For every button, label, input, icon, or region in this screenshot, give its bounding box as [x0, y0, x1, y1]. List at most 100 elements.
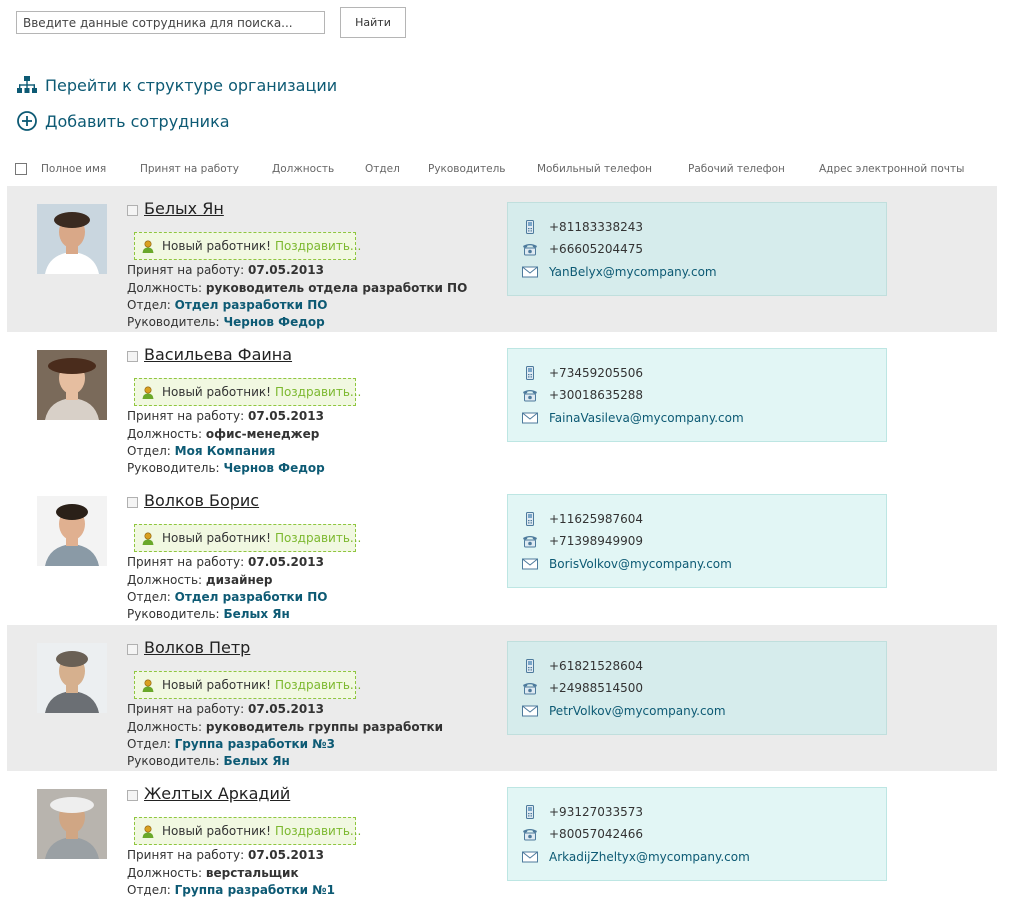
row-checkbox[interactable] — [127, 205, 138, 216]
hired-label: Принят на работу: — [127, 409, 245, 423]
hired-line: Принят на работу: 07.05.2013 — [127, 555, 324, 569]
employee-name-link[interactable]: Васильева Фаина — [144, 345, 292, 364]
employee-photo — [37, 496, 107, 566]
col-department[interactable]: Отдел — [365, 163, 400, 175]
email-line: YanBelyx@mycompany.com — [522, 263, 717, 281]
congratulate-link[interactable]: Поздравить... — [275, 531, 361, 545]
employee-name-link[interactable]: Желтых Аркадий — [144, 784, 290, 803]
add-employee-label: Добавить сотрудника — [45, 111, 230, 131]
department-line: Отдел: Группа разработки №1 — [127, 883, 335, 897]
congratulate-link[interactable]: Поздравить... — [275, 678, 361, 692]
position-line: Должность: верстальщик — [127, 866, 299, 880]
employee-photo — [37, 350, 107, 420]
col-manager[interactable]: Руководитель — [428, 163, 505, 175]
col-full-name[interactable]: Полное имя — [41, 163, 106, 175]
email-link[interactable]: ArkadijZheltyx@mycompany.com — [549, 850, 750, 864]
work-phone-line: +80057042466 — [522, 825, 643, 843]
col-position[interactable]: Должность — [272, 163, 334, 175]
mobile-phone-icon — [522, 366, 538, 380]
hired-line: Принят на работу: 07.05.2013 — [127, 263, 324, 277]
user-icon — [141, 678, 155, 692]
search-button[interactable]: Найти — [340, 7, 406, 38]
position-value: руководитель группы разработки — [205, 720, 444, 734]
email-link[interactable]: FainaVasileva@mycompany.com — [549, 411, 744, 425]
mobile-line: +11625987604 — [522, 510, 643, 528]
org-structure-link[interactable]: Перейти к структуре организации — [16, 74, 337, 96]
email-line: BorisVolkov@mycompany.com — [522, 555, 732, 573]
position-value: дизайнер — [205, 573, 273, 587]
select-all-checkbox[interactable] — [15, 163, 27, 175]
department-link[interactable]: Моя Компания — [175, 444, 276, 458]
email-link[interactable]: BorisVolkov@mycompany.com — [549, 557, 732, 571]
search-input[interactable] — [16, 11, 325, 34]
manager-link[interactable]: Чернов Федор — [223, 315, 324, 329]
hired-label: Принят на работу: — [127, 702, 245, 716]
department-line: Отдел: Моя Компания — [127, 444, 275, 458]
congratulate-link[interactable]: Поздравить... — [275, 239, 361, 253]
position-value: офис-менеджер — [205, 427, 320, 441]
col-email[interactable]: Адрес электронной почты — [819, 163, 964, 175]
col-hired[interactable]: Принят на работу — [140, 163, 239, 175]
department-link[interactable]: Группа разработки №3 — [175, 737, 335, 751]
work-phone-line: +30018635288 — [522, 386, 643, 404]
manager-link[interactable]: Белых Ян — [223, 754, 289, 768]
department-link[interactable]: Отдел разработки ПО — [175, 298, 328, 312]
manager-label: Руководитель: — [127, 754, 220, 768]
employee-row: Васильева Фаина Новый работник! Поздравить… — [7, 332, 997, 478]
mobile-phone-icon — [522, 512, 538, 526]
department-link[interactable]: Отдел разработки ПО — [175, 590, 328, 604]
employee-row: Желтых Аркадий Новый работник! Поздравить.… — [7, 771, 997, 917]
mail-icon — [522, 850, 538, 864]
hired-value: 07.05.2013 — [248, 702, 324, 716]
row-checkbox[interactable] — [127, 351, 138, 362]
position-value: руководитель отдела разработки ПО — [205, 281, 468, 295]
position-label: Должность: — [127, 427, 203, 441]
employee-name-link[interactable]: Белых Ян — [144, 199, 224, 218]
hired-value: 07.05.2013 — [248, 848, 324, 862]
desk-phone-icon — [522, 534, 538, 548]
hired-label: Принят на работу: — [127, 263, 245, 277]
mail-icon — [522, 704, 538, 718]
manager-link[interactable]: Чернов Федор — [223, 461, 324, 475]
mobile-line: +81183338243 — [522, 218, 643, 236]
department-label: Отдел: — [127, 883, 171, 897]
mail-icon — [522, 557, 538, 571]
user-icon — [141, 385, 155, 399]
employee-row: Белых Ян Новый работник! Поздравить... Прин… — [7, 186, 997, 332]
new-worker-badge: Новый работник! Поздравить... — [134, 524, 361, 552]
add-employee-link[interactable]: Добавить сотрудника — [16, 110, 230, 132]
email-link[interactable]: YanBelyx@mycompany.com — [549, 265, 717, 279]
position-line: Должность: руководитель группы разработк… — [127, 720, 443, 734]
new-worker-badge: Новый работник! Поздравить... — [134, 232, 361, 260]
position-value: верстальщик — [205, 866, 299, 880]
work-phone-line: +24988514500 — [522, 679, 643, 697]
employee-row: Волков Петр Новый работник! Поздравить... П… — [7, 625, 997, 771]
manager-label: Руководитель: — [127, 607, 220, 621]
row-checkbox[interactable] — [127, 644, 138, 655]
employee-photo — [37, 789, 107, 859]
row-checkbox[interactable] — [127, 497, 138, 508]
position-line: Должность: руководитель отдела разработк… — [127, 281, 467, 295]
col-mobile[interactable]: Мобильный телефон — [537, 163, 652, 175]
manager-link[interactable]: Белых Ян — [223, 607, 289, 621]
mobile-phone-value: +61821528604 — [549, 659, 644, 673]
row-checkbox[interactable] — [127, 790, 138, 801]
department-link[interactable]: Группа разработки №1 — [175, 883, 335, 897]
col-work-phone[interactable]: Рабочий телефон — [688, 163, 785, 175]
employee-name-link[interactable]: Волков Петр — [144, 638, 250, 657]
mail-icon — [522, 411, 538, 425]
user-icon — [141, 239, 155, 253]
email-line: FainaVasileva@mycompany.com — [522, 409, 744, 427]
work-phone-line: +71398949909 — [522, 532, 643, 550]
contact-box: +73459205506 +30018635288 FainaVasileva@my… — [507, 348, 887, 442]
mobile-line: +93127033573 — [522, 803, 643, 821]
department-label: Отдел: — [127, 590, 171, 604]
congratulate-link[interactable]: Поздравить... — [275, 385, 361, 399]
congratulate-link[interactable]: Поздравить... — [275, 824, 361, 838]
org-structure-icon — [16, 74, 38, 96]
employee-name-link[interactable]: Волков Борис — [144, 491, 259, 510]
add-circle-icon — [16, 110, 38, 132]
manager-line: Руководитель: Белых Ян — [127, 607, 290, 621]
desk-phone-icon — [522, 681, 538, 695]
email-link[interactable]: PetrVolkov@mycompany.com — [549, 704, 726, 718]
